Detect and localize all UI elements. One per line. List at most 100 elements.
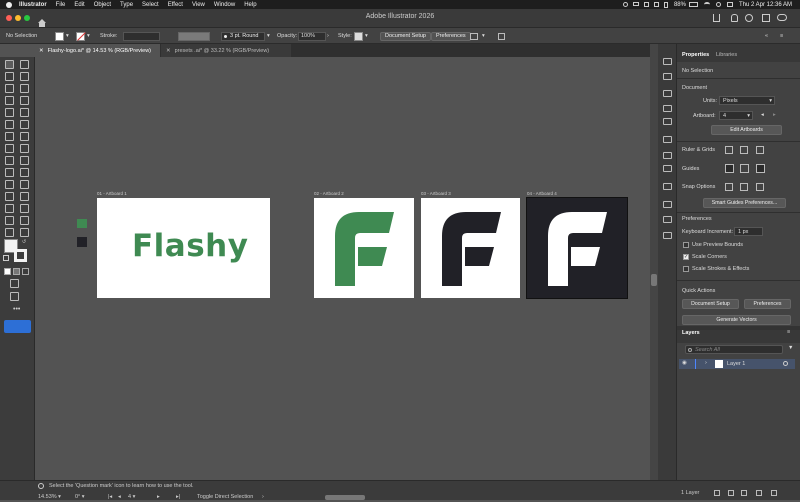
- none-mode-icon[interactable]: [22, 268, 29, 275]
- new-layer-icon[interactable]: [756, 490, 762, 496]
- direct-selection-tool[interactable]: [20, 60, 29, 69]
- floating-swatch-dark[interactable]: [77, 237, 87, 247]
- artboard-tool[interactable]: [20, 204, 29, 213]
- layer-name[interactable]: Layer 1: [727, 361, 745, 367]
- layers-tab[interactable]: Layers: [682, 330, 700, 336]
- mesh-tool[interactable]: [20, 168, 29, 177]
- gradient-mode-icon[interactable]: [13, 268, 20, 275]
- style-dropdown-icon[interactable]: ▾: [365, 31, 368, 41]
- menu-help[interactable]: Help: [244, 2, 256, 8]
- stroke-dock-icon[interactable]: [663, 152, 672, 159]
- document-setup-button[interactable]: Document Setup: [380, 31, 431, 41]
- fill-swatch[interactable]: [55, 31, 64, 41]
- clock[interactable]: Thu 2 Apr 12:36 AM: [739, 2, 792, 8]
- generative-recolor-button[interactable]: [4, 320, 31, 333]
- fill-dropdown-icon[interactable]: ▾: [66, 31, 69, 41]
- panel-collapse-icon[interactable]: «: [765, 31, 768, 41]
- visibility-eye-icon[interactable]: ◉: [682, 360, 687, 366]
- swatches-dock-icon[interactable]: [663, 105, 672, 112]
- layers-panel-menu-icon[interactable]: ≡: [787, 329, 790, 335]
- curvature-tool[interactable]: [20, 84, 29, 93]
- slice-tool[interactable]: [5, 216, 14, 225]
- help-question-icon[interactable]: [38, 483, 44, 489]
- eyedropper-alt-tool[interactable]: [5, 228, 14, 237]
- appearance-dock-icon[interactable]: [663, 201, 672, 208]
- brushes-dock-icon[interactable]: [663, 136, 672, 143]
- symbols-dock-icon[interactable]: [663, 118, 672, 125]
- opacity-value[interactable]: 100%: [298, 31, 326, 41]
- workspace-icon[interactable]: [762, 14, 770, 22]
- scroll-thumb[interactable]: [651, 274, 657, 286]
- pathfinder-dock-icon[interactable]: [663, 232, 672, 239]
- cloud-icon[interactable]: [777, 14, 787, 21]
- layer-row[interactable]: ◉ › Layer 1: [679, 359, 795, 369]
- expand-chevron-icon[interactable]: ›: [705, 360, 707, 366]
- menu-effect[interactable]: Effect: [168, 2, 183, 8]
- share-icon[interactable]: [713, 14, 720, 22]
- swap-colors-icon[interactable]: ↺: [22, 239, 26, 245]
- next-artboard-icon[interactable]: ▸: [773, 112, 776, 118]
- arrange-documents-icon[interactable]: [470, 31, 478, 41]
- shape-builder-tool[interactable]: [20, 156, 29, 165]
- rotate-tool[interactable]: [20, 132, 29, 141]
- wifi-icon[interactable]: [703, 2, 710, 7]
- lock-guides-icon[interactable]: [740, 164, 749, 173]
- close-tab-icon[interactable]: ✕: [39, 48, 44, 54]
- edit-artboards-button[interactable]: Edit Artboards: [711, 125, 782, 135]
- blend-tool[interactable]: [5, 192, 14, 201]
- pencil-tool[interactable]: [20, 120, 29, 129]
- brush-definition[interactable]: 3 pt. Round: [221, 31, 265, 41]
- horizontal-scroll-thumb[interactable]: [325, 495, 365, 500]
- pixel-grid-icon[interactable]: [756, 146, 764, 154]
- export-icon[interactable]: [498, 31, 505, 41]
- current-tool-readout[interactable]: Toggle Direct Selection: [197, 494, 253, 500]
- artboard-2[interactable]: [314, 198, 414, 298]
- battery-icon[interactable]: [688, 2, 698, 7]
- arrange-dropdown-icon[interactable]: ▾: [482, 31, 485, 41]
- artboard-label[interactable]: 04 - Artboard 4: [527, 191, 557, 196]
- target-icon[interactable]: [783, 361, 788, 366]
- artboard-1[interactable]: Flashy: [97, 198, 270, 298]
- previous-artboard-icon[interactable]: ◂: [118, 494, 121, 500]
- delete-layer-icon[interactable]: [771, 490, 777, 496]
- first-artboard-icon[interactable]: |◂: [108, 494, 112, 500]
- zoom-select[interactable]: 14.53% ▾: [38, 494, 72, 502]
- panel-menu-icon[interactable]: ≡: [780, 31, 783, 41]
- artboard-label[interactable]: 02 - Artboard 2: [314, 191, 344, 196]
- menu-view[interactable]: View: [192, 2, 205, 8]
- bluetooth-icon[interactable]: [663, 1, 668, 8]
- scale-strokes-checkbox[interactable]: [683, 266, 689, 272]
- clipping-mask-icon[interactable]: [728, 490, 734, 496]
- artboard-label[interactable]: 01 - Artboard 1: [97, 191, 127, 196]
- show-guides-icon[interactable]: [725, 164, 734, 173]
- menu-file[interactable]: File: [56, 2, 66, 8]
- column-graph-tool[interactable]: [5, 204, 14, 213]
- artboard-number-select[interactable]: 4 ▾: [128, 494, 135, 500]
- notification-icon[interactable]: [731, 14, 738, 22]
- stroke-swatch[interactable]: [76, 31, 86, 41]
- locate-object-icon[interactable]: [714, 490, 720, 496]
- menu-select[interactable]: Select: [142, 2, 159, 8]
- graphic-style-swatch[interactable]: [354, 31, 363, 41]
- align-dock-icon[interactable]: [663, 216, 672, 223]
- previous-artboard-icon[interactable]: ◂: [761, 112, 764, 118]
- zoom-tool[interactable]: [20, 228, 29, 237]
- artboard-label[interactable]: 03 - Artboard 3: [421, 191, 451, 196]
- preferences-button[interactable]: Preferences: [431, 31, 471, 41]
- libraries-dock-icon[interactable]: [663, 73, 672, 80]
- menu-extra-icon[interactable]: [653, 1, 659, 7]
- snap-to-point-icon[interactable]: [725, 183, 733, 191]
- grid-icon[interactable]: [740, 146, 748, 154]
- tab-libraries[interactable]: Libraries: [716, 52, 737, 58]
- eraser-tool[interactable]: [5, 132, 14, 141]
- filter-icon[interactable]: ▼: [788, 345, 793, 351]
- artboard-3[interactable]: [421, 198, 520, 298]
- status-menu-icon[interactable]: ›: [262, 494, 264, 500]
- opacity-dropdown-icon[interactable]: ›: [327, 31, 329, 41]
- draw-mode-icon[interactable]: [10, 279, 19, 288]
- control-center-icon[interactable]: [726, 2, 733, 7]
- apple-icon[interactable]: [6, 1, 12, 8]
- more-tools-icon[interactable]: •••: [13, 306, 20, 313]
- use-preview-bounds-checkbox[interactable]: [683, 242, 689, 248]
- perspective-grid-tool[interactable]: [5, 168, 14, 177]
